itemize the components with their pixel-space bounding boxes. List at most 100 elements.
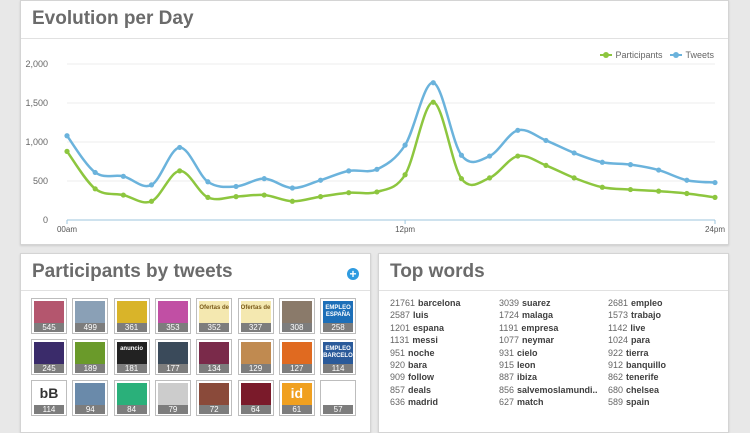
word-column: 3039 suarez 1724 malaga 1191 empresa 1077 neyma… [499,297,598,409]
word-item[interactable]: 857 deals [390,384,461,396]
data-point-participants [205,194,211,200]
word-text: empresa [521,322,559,333]
word-count: 21761 [390,298,416,308]
data-point-tweets [177,144,183,151]
word-count: 912 [608,359,624,370]
word-count: 931 [499,347,515,358]
avatar-image: id [281,383,312,405]
participant-avatar[interactable]: 57 [320,380,357,416]
word-item[interactable]: 1724 malaga [499,309,598,321]
participant-avatar[interactable]: bB 114 [31,380,67,416]
data-point-participants [656,188,662,194]
word-item[interactable]: 1191 empresa [499,322,598,334]
data-point-tweets [317,177,324,183]
y-tick-label: 0 [43,215,48,225]
data-point-tweets [712,179,718,186]
participant-avatar[interactable]: 129 [237,339,274,375]
data-point-participants [430,99,436,105]
avatar-image: Ofertas de [240,301,271,323]
word-item[interactable]: 1077 neymar [499,334,598,346]
tweet-count: 134 [199,364,230,373]
word-item[interactable]: 680 chelsea [608,384,666,396]
word-count: 1131 [390,335,410,346]
word-item[interactable]: 1573 trabajo [608,309,666,321]
participant-avatar[interactable]: 545 [31,298,67,334]
avatar-image [116,301,147,323]
tweet-count: 308 [281,323,312,332]
word-text: barcelona [418,298,461,308]
participant-avatar[interactable]: 84 [113,380,150,416]
word-item[interactable]: 3039 suarez [499,297,598,309]
data-point-tweets [374,166,380,172]
y-tick-label: 2,000 [25,59,48,69]
data-point-participants [712,194,718,200]
word-item[interactable]: 2587 luis [390,309,461,321]
avatar-label: id [290,385,304,401]
participant-avatar[interactable]: 353 [154,298,191,334]
word-text: tierra [626,347,649,358]
word-item[interactable]: 931 cielo [499,347,598,359]
participants-title: Participants by tweets [32,261,233,282]
participant-avatar[interactable]: EMPLEO BARCELONA 114 [320,339,357,375]
data-point-tweets [92,169,98,176]
tweet-count: 57 [323,405,354,414]
participant-avatar[interactable]: id 61 [278,380,315,416]
participant-avatar[interactable]: 361 [113,298,150,334]
participant-avatar[interactable]: 79 [154,380,191,416]
word-count: 915 [499,359,515,370]
participant-avatar[interactable]: 64 [237,380,274,416]
word-item[interactable]: 909 follow [390,371,461,383]
participant-avatar[interactable]: 189 [72,339,109,375]
word-item[interactable]: 887 ibiza [499,371,598,383]
avatar-image [199,342,230,364]
word-item[interactable]: 589 spain [608,396,666,408]
data-point-tweets [543,137,549,144]
data-point-tweets [458,152,465,158]
tweet-count: 177 [157,364,188,373]
word-item[interactable]: 1201 espana [390,322,461,334]
word-item[interactable]: 636 madrid [390,396,461,408]
series-line-participants [65,100,716,204]
word-count: 589 [608,397,624,408]
participant-avatar[interactable]: 94 [72,380,109,416]
participant-avatar[interactable]: 134 [196,339,233,375]
word-item[interactable]: 922 tierra [608,347,666,359]
word-item[interactable]: 627 match [499,396,598,408]
word-item[interactable]: 951 noche [390,347,461,359]
word-item[interactable]: 2681 empleo [608,297,666,309]
avatar-image: EMPLEO BARCELONA [323,342,354,364]
word-item[interactable]: 920 bara [390,359,461,371]
participant-avatar[interactable]: 127 [278,339,315,375]
avatar-image [281,342,312,364]
word-count: 1024 [608,335,629,346]
x-tick-label: 24pm [705,225,725,234]
avatar-image [34,301,64,323]
data-point-tweets [261,176,267,182]
word-count: 680 [608,384,624,395]
participant-avatar[interactable]: 177 [154,339,191,375]
word-item[interactable]: 856 salvemoslamundi.. [499,384,598,396]
participant-avatar[interactable]: Ofertas de 327 [237,298,274,334]
word-item[interactable]: 1142 live [608,322,666,334]
word-item[interactable]: 21761 barcelona [390,297,461,309]
avatar-image [116,383,147,405]
word-item[interactable]: 1024 para [608,334,666,346]
participant-avatar[interactable]: 72 [196,380,233,416]
participant-avatar[interactable]: 308 [278,298,315,334]
avatar-image: Ofertas de [199,301,230,323]
word-item[interactable]: 912 banquillo [608,359,666,371]
word-item[interactable]: 1131 messi [390,334,461,346]
add-icon[interactable]: + [347,268,359,280]
participant-avatar[interactable]: anuncio 181 [113,339,150,375]
word-text: leon [517,359,536,370]
word-text: malaga [522,310,554,321]
word-item[interactable]: 862 tenerife [608,371,666,383]
word-item[interactable]: 915 leon [499,359,598,371]
tweet-count: 114 [323,364,354,373]
participant-avatar[interactable]: 245 [31,339,67,375]
participant-avatar[interactable]: Ofertas de 352 [196,298,233,334]
participant-avatar[interactable]: EMPLEO ESPAÑA 258 [320,298,357,334]
participant-avatar[interactable]: 499 [72,298,109,334]
avatar-label: anuncio [120,346,144,352]
tweet-count: 114 [34,405,64,414]
